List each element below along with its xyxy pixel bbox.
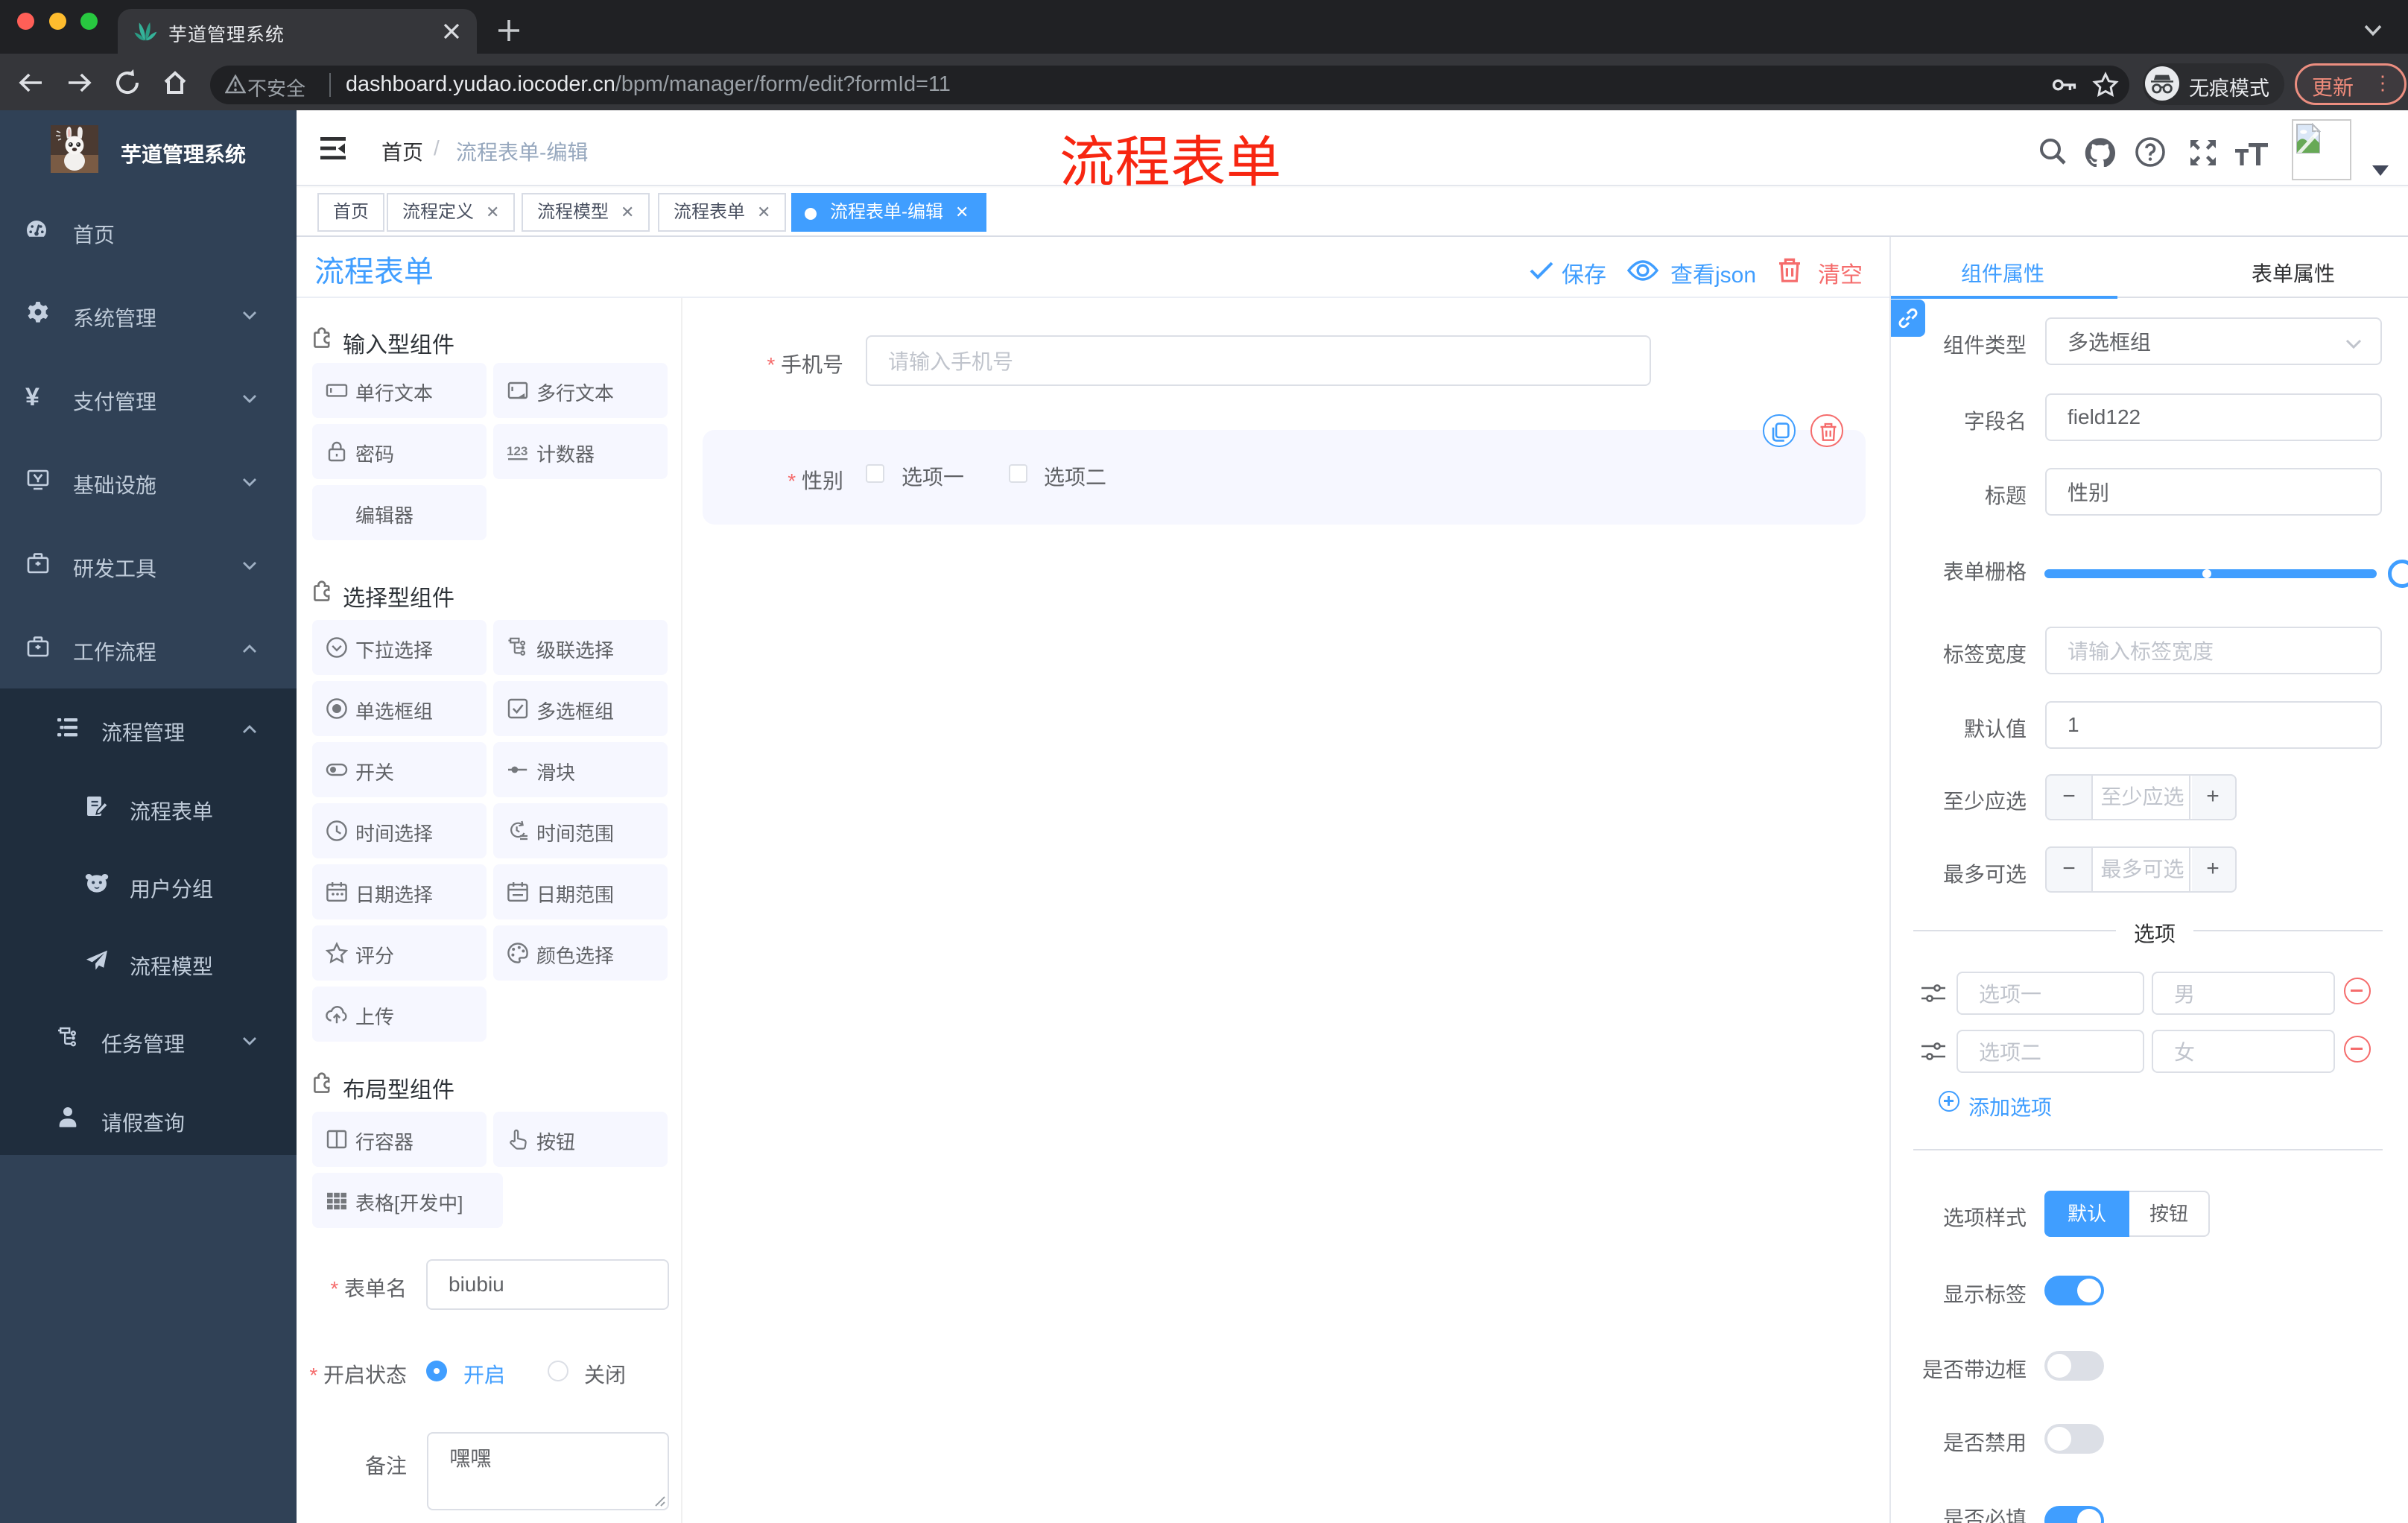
svg-text:123: 123 [507,444,527,458]
